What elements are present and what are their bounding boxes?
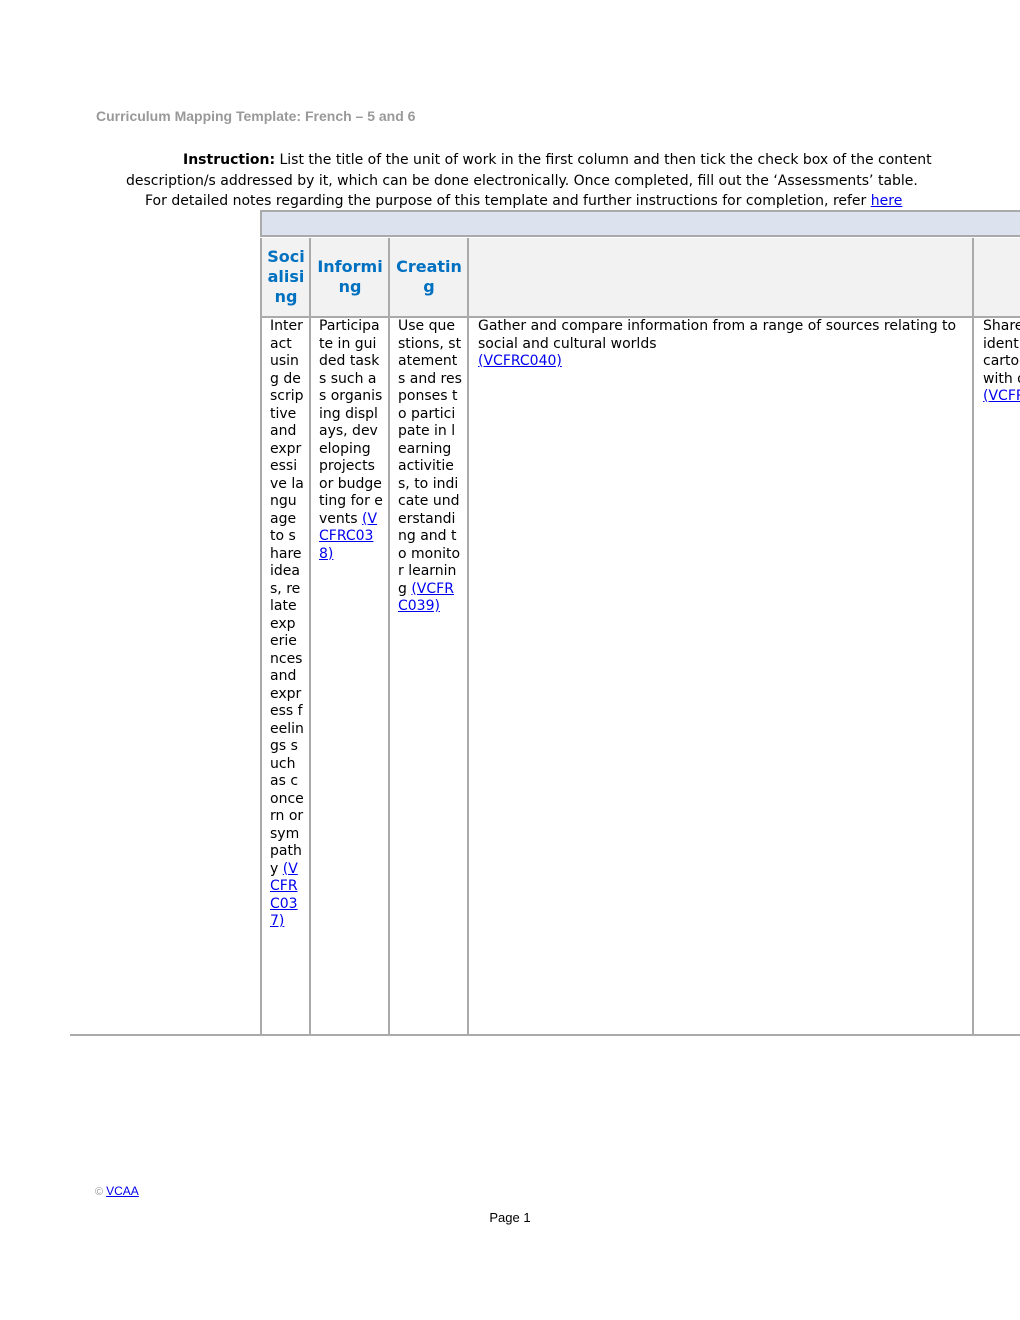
instruction-label: Instruction: (183, 152, 276, 168)
content-description-cell: Gather and compare information from a ra… (467, 318, 973, 1036)
header-blank-4 (467, 238, 973, 318)
content-description-text: Participate in guided tasks such as orga… (319, 318, 383, 527)
instruction-text-3: For detailed notes regarding the purpose… (145, 193, 871, 209)
content-description-text: Share and identify cartoons with others (983, 318, 1020, 387)
header-blank-5 (972, 238, 1020, 318)
instructions-line-3: For detailed notes regarding the purpose… (145, 191, 902, 212)
code-link-vcfrc041[interactable]: (VCFRC041) (983, 388, 1020, 404)
content-description-text: Use questions, statements and responses … (398, 318, 462, 597)
table-header-row: Socialising Informing Creating (260, 238, 1020, 318)
header-informing: Informing (309, 238, 389, 318)
header-creating: Creating (388, 238, 468, 318)
code-link-vcfrc040[interactable]: (VCFRC040) (478, 353, 562, 369)
vcaa-link[interactable]: VCAA (106, 1184, 139, 1198)
content-description-text: Interact using descriptive and expressiv… (270, 318, 304, 877)
content-description-cell: Interact using descriptive and expressiv… (260, 318, 310, 1036)
table-row: Interact using descriptive and expressiv… (260, 318, 1020, 1036)
instruction-text-1: List the title of the unit of work in th… (275, 152, 932, 168)
table-bottom-rule (70, 1034, 1020, 1036)
instructions-line-1: Instruction: List the title of the unit … (183, 150, 932, 171)
content-description-cell: Use questions, statements and responses … (388, 318, 468, 1036)
document-title: Curriculum Mapping Template: French – 5 … (96, 108, 416, 124)
table-title-band (260, 210, 1020, 237)
content-description-cell: Participate in guided tasks such as orga… (309, 318, 389, 1036)
content-description-cell: Share and identify cartoons with others(… (972, 318, 1020, 1036)
page-number: Page 1 (489, 1210, 531, 1225)
content-description-text: Gather and compare information from a ra… (478, 318, 957, 352)
header-socialising: Socialising (260, 238, 310, 318)
instructions-line-2: description/s addressed by it, which can… (126, 172, 918, 189)
footer-copyright: © VCAA (95, 1184, 139, 1198)
copyright-icon: © (95, 1186, 104, 1198)
here-link[interactable]: here (871, 193, 903, 209)
